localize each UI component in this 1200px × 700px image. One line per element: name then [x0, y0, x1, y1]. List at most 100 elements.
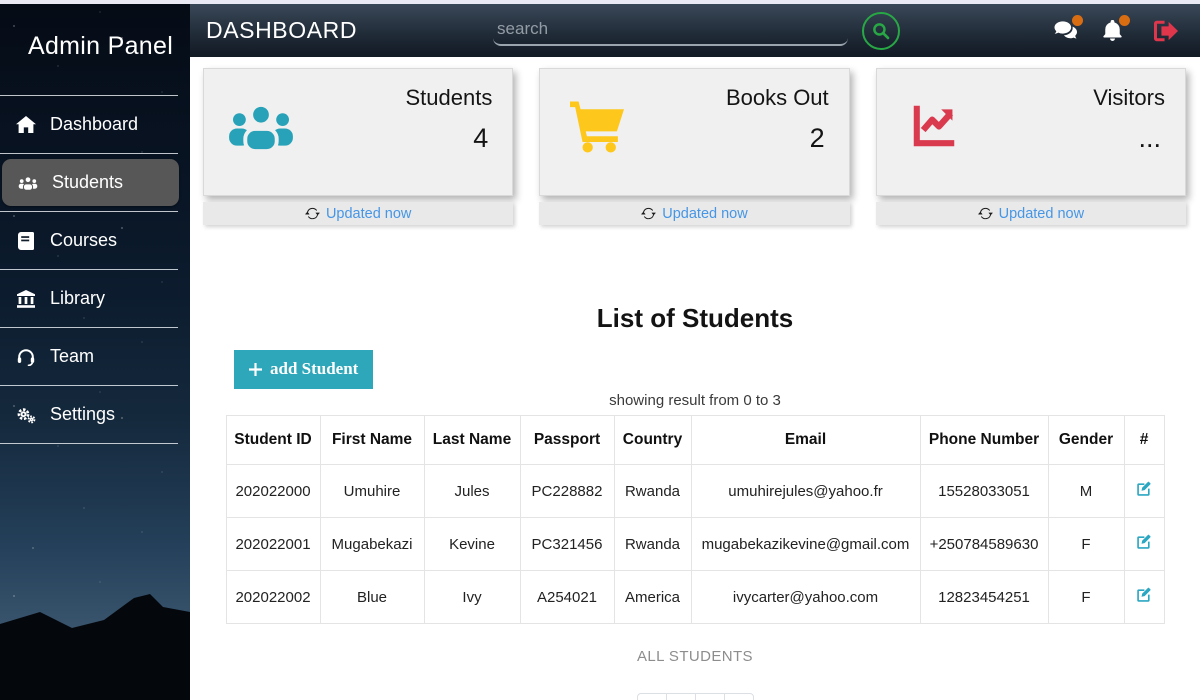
card-updated-text: Updated now	[662, 206, 747, 222]
divider	[0, 327, 178, 328]
cell-first-name: Mugabekazi	[320, 518, 424, 571]
col-student-id: Student ID	[226, 416, 320, 465]
bank-icon	[15, 289, 37, 309]
chart-line-icon	[899, 99, 973, 185]
section-heading: List of Students	[190, 303, 1200, 334]
cell-passport: A254021	[520, 571, 614, 624]
sidebar-item-label: Settings	[50, 404, 115, 425]
add-student-label: add Student	[270, 359, 358, 379]
sidebar-item-label: Library	[50, 288, 105, 309]
sidebar-item-students[interactable]: Students	[2, 159, 179, 206]
cell-country: Rwanda	[614, 518, 691, 571]
cell-actions	[1124, 518, 1164, 571]
users-icon	[17, 173, 39, 193]
cell-email: mugabekazikevine@gmail.com	[691, 518, 920, 571]
plus-icon	[249, 363, 262, 376]
col-email: Email	[691, 416, 920, 465]
headset-icon	[15, 347, 37, 367]
search-button[interactable]	[862, 12, 900, 50]
cell-email: ivycarter@yahoo.com	[691, 571, 920, 624]
book-icon	[15, 231, 37, 251]
gears-icon	[15, 405, 37, 425]
signout-icon[interactable]	[1154, 20, 1178, 42]
bell-icon[interactable]	[1101, 20, 1124, 41]
cell-country: America	[614, 571, 691, 624]
cell-student-id: 202022000	[226, 465, 320, 518]
cell-phone: +250784589630	[920, 518, 1048, 571]
edit-row-button[interactable]	[1135, 586, 1153, 604]
cell-last-name: Kevine	[424, 518, 520, 571]
search-input[interactable]	[493, 16, 848, 46]
visitors-card: Visitors ... Updated now	[876, 68, 1186, 225]
sidebar-item-settings[interactable]: Settings	[0, 391, 178, 438]
search-area	[357, 12, 1036, 50]
edit-icon	[1135, 533, 1153, 551]
cell-email: umuhirejules@yahoo.fr	[691, 465, 920, 518]
students-table: Student ID First Name Last Name Passport…	[226, 415, 1165, 624]
pagination-page-1-button[interactable]: 1	[666, 693, 696, 700]
col-actions: #	[1124, 416, 1164, 465]
cell-gender: M	[1048, 465, 1124, 518]
cell-gender: F	[1048, 571, 1124, 624]
card-label: Visitors	[1093, 85, 1165, 111]
sidebar-item-label: Dashboard	[50, 114, 138, 135]
stat-cards: Students 4 Updated now	[190, 57, 1200, 225]
divider	[0, 211, 178, 212]
table-row: 202022001 Mugabekazi Kevine PC321456 Rwa…	[226, 518, 1164, 571]
divider	[0, 153, 178, 154]
col-gender: Gender	[1048, 416, 1124, 465]
col-passport: Passport	[520, 416, 614, 465]
mountain-silhouette	[0, 588, 190, 700]
pagination-page-2-button[interactable]: 2	[695, 693, 725, 700]
card-value: 4	[405, 123, 492, 154]
comments-icon[interactable]	[1054, 20, 1077, 41]
page-title: DASHBOARD	[206, 17, 357, 44]
sidebar-item-team[interactable]: Team	[0, 333, 178, 380]
card-footer[interactable]: Updated now	[539, 202, 849, 225]
cell-phone: 12823454251	[920, 571, 1048, 624]
toolbar: add Student	[234, 350, 1200, 389]
col-phone: Phone Number	[920, 416, 1048, 465]
pagination-next-button[interactable]: »	[724, 693, 754, 700]
notification-badge	[1072, 15, 1083, 26]
divider	[0, 269, 178, 270]
topbar-icon-group	[1054, 20, 1182, 42]
sidebar-item-label: Courses	[50, 230, 117, 251]
table-row: 202022002 Blue Ivy A254021 America ivyca…	[226, 571, 1164, 624]
sidebar-item-label: Students	[52, 172, 123, 193]
edit-row-button[interactable]	[1135, 533, 1153, 551]
sidebar-item-dashboard[interactable]: Dashboard	[0, 101, 178, 148]
cart-icon	[562, 99, 636, 185]
sidebar-item-courses[interactable]: Courses	[0, 217, 178, 264]
pagination-prev-button[interactable]: «	[637, 693, 667, 700]
students-card: Students 4 Updated now	[203, 68, 513, 225]
cell-student-id: 202022001	[226, 518, 320, 571]
card-label: Books Out	[726, 85, 829, 111]
refresh-icon	[978, 206, 993, 221]
edit-row-button[interactable]	[1135, 480, 1153, 498]
window-top-strip	[0, 0, 1200, 4]
dashboard-content: Students 4 Updated now	[190, 57, 1200, 700]
cell-first-name: Blue	[320, 571, 424, 624]
edit-icon	[1135, 586, 1153, 604]
books-out-card-body: Books Out 2	[539, 68, 849, 196]
card-footer[interactable]: Updated now	[876, 202, 1186, 225]
cell-country: Rwanda	[614, 465, 691, 518]
topbar: DASHBOARD	[190, 0, 1200, 57]
cell-actions	[1124, 465, 1164, 518]
app-title: Admin Panel	[0, 32, 190, 61]
card-updated-text: Updated now	[999, 206, 1084, 222]
visitors-card-body: Visitors ...	[876, 68, 1186, 196]
users-icon	[226, 99, 300, 185]
cell-student-id: 202022002	[226, 571, 320, 624]
add-student-button[interactable]: add Student	[234, 350, 373, 389]
main-area: DASHBOARD	[190, 0, 1200, 700]
card-footer[interactable]: Updated now	[203, 202, 513, 225]
cell-gender: F	[1048, 518, 1124, 571]
divider	[0, 95, 178, 96]
cell-actions	[1124, 571, 1164, 624]
table-header-row: Student ID First Name Last Name Passport…	[226, 416, 1164, 465]
refresh-icon	[305, 206, 320, 221]
cell-passport: PC321456	[520, 518, 614, 571]
sidebar-item-library[interactable]: Library	[0, 275, 178, 322]
